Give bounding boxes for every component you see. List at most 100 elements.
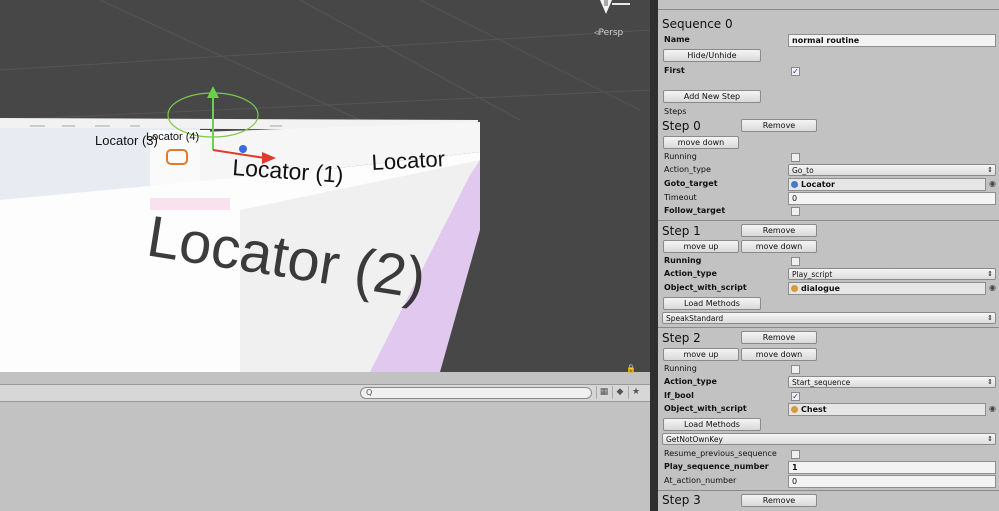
step-1-action-type-row: Action_type Play_script ⇕ <box>658 268 999 281</box>
goto-target-field[interactable]: Locator <box>788 178 986 191</box>
dropdown-arrow-icon: ⇕ <box>987 166 993 174</box>
action-type-label: Action_type <box>664 165 711 174</box>
step-2-move-down-button[interactable]: move down <box>741 348 817 361</box>
step-2-object-row: Object_with_script Chest ◉ <box>658 403 999 416</box>
gameobject-icon <box>791 285 798 292</box>
dropdown-arrow-icon: ⇕ <box>987 314 993 322</box>
at-action-number-field[interactable]: 0 <box>788 475 996 488</box>
action-type-value: Go_to <box>792 166 814 175</box>
goto-target-value: Locator <box>801 180 835 189</box>
scene-view[interactable]: Locator (3) Locator (4) Locator (1) Loca… <box>0 0 650 372</box>
step-2-at-action-row: At_action_number 0 <box>658 475 999 488</box>
search-icon: Q <box>366 388 373 397</box>
step-1-method-dropdown[interactable]: SpeakStandard ⇕ <box>662 312 996 324</box>
step-0-follow-target-row: Follow_target <box>658 205 999 218</box>
object-with-script-label: Object_with_script <box>664 283 747 292</box>
step-0-timeout-row: Timeout 0 <box>658 192 999 205</box>
action-type-label: Action_type <box>664 269 717 278</box>
action-type-value: Start_sequence <box>792 378 851 387</box>
method-value: GetNotOwnKey <box>666 435 723 444</box>
action-type-dropdown[interactable]: Play_script ⇕ <box>788 268 996 280</box>
scene-grid <box>0 0 650 121</box>
panel-splitter[interactable] <box>650 0 658 511</box>
gameobject-icon <box>791 406 798 413</box>
tag-icon[interactable]: ◆ <box>612 386 627 399</box>
object-with-script-label: Object_with_script <box>664 404 747 413</box>
bottom-panel: 🔒≡ Q ▦ ◆ ★ <box>0 364 650 511</box>
persp-label[interactable]: ◃Persp <box>594 28 623 38</box>
object-picker-icon[interactable]: ◉ <box>989 179 996 188</box>
at-action-number-label: At_action_number <box>664 476 737 485</box>
first-row: First ✓ <box>658 65 999 78</box>
method-value: SpeakStandard <box>666 314 724 323</box>
first-checkbox[interactable]: ✓ <box>791 67 800 76</box>
object-with-script-field[interactable]: dialogue <box>788 282 986 295</box>
scene-canvas[interactable]: Locator (3) Locator (4) Locator (1) Loca… <box>0 0 650 372</box>
panel-toolbar: Q ▦ ◆ ★ <box>0 384 650 402</box>
step-2-resume-row: Resume_previous_sequence <box>658 448 999 461</box>
step-1-running-row: Running <box>658 255 999 268</box>
lock-icon[interactable]: 🔒≡ <box>626 364 643 373</box>
locator-label: Locator <box>371 146 446 175</box>
step-0-title: Step 0 <box>662 119 701 133</box>
object-with-script-value: dialogue <box>801 284 840 293</box>
step-0-move-down-button[interactable]: move down <box>663 136 739 149</box>
step-1-load-methods-button[interactable]: Load Methods <box>663 297 761 310</box>
step-divider <box>658 327 999 328</box>
action-type-dropdown[interactable]: Go_to ⇕ <box>788 164 996 176</box>
resume-previous-sequence-checkbox[interactable] <box>791 450 800 459</box>
star-icon[interactable]: ★ <box>628 386 643 399</box>
step-1-object-row: Object_with_script dialogue ◉ <box>658 282 999 295</box>
layers-icon[interactable]: ▦ <box>596 386 611 399</box>
sequence-title: Sequence 0 <box>662 17 733 31</box>
step-2-move-up-button[interactable]: move up <box>663 348 739 361</box>
hide-unhide-button[interactable]: Hide/Unhide <box>663 49 761 62</box>
gameobject-icon <box>791 181 798 188</box>
step-2-title: Step 2 <box>662 331 701 345</box>
dropdown-arrow-icon: ⇕ <box>987 270 993 278</box>
object-picker-icon[interactable]: ◉ <box>989 283 996 292</box>
resume-previous-sequence-label: Resume_previous_sequence <box>664 449 777 458</box>
running-label: Running <box>664 256 702 265</box>
step-0-goto-target-row: Goto_target Locator ◉ <box>658 178 999 191</box>
timeout-label: Timeout <box>664 193 697 202</box>
locator4-label: Locator (4) <box>146 131 199 143</box>
step-1-move-down-button[interactable]: move down <box>741 240 817 253</box>
step-3-title: Step 3 <box>662 493 701 507</box>
step-2-action-type-row: Action_type Start_sequence ⇕ <box>658 376 999 389</box>
if-bool-label: If_bool <box>664 391 694 400</box>
if-bool-checkbox[interactable]: ✓ <box>791 392 800 401</box>
object-with-script-value: Chest <box>801 405 827 414</box>
running-checkbox[interactable] <box>791 365 800 374</box>
running-checkbox[interactable] <box>791 257 800 266</box>
add-new-step-button[interactable]: Add New Step <box>663 90 761 103</box>
follow-target-checkbox[interactable] <box>791 207 800 216</box>
step-2-if-bool-row: If_bool ✓ <box>658 390 999 403</box>
step-divider <box>658 220 999 221</box>
orientation-gizmo-icon[interactable] <box>600 0 630 14</box>
divider <box>658 9 999 10</box>
action-type-dropdown[interactable]: Start_sequence ⇕ <box>788 376 996 388</box>
goto-target-label: Goto_target <box>664 179 718 188</box>
first-label: First <box>664 66 685 75</box>
step-2-running-row: Running <box>658 363 999 376</box>
steps-label-row: Steps <box>658 106 999 119</box>
dropdown-arrow-icon: ⇕ <box>987 435 993 443</box>
step-1-remove-button[interactable]: Remove <box>741 224 817 237</box>
step-3-remove-button[interactable]: Remove <box>741 494 817 507</box>
step-1-move-up-button[interactable]: move up <box>663 240 739 253</box>
object-with-script-field[interactable]: Chest <box>788 403 986 416</box>
step-2-method-dropdown[interactable]: GetNotOwnKey ⇕ <box>662 433 996 445</box>
timeout-field[interactable]: 0 <box>788 192 996 205</box>
step-divider <box>658 490 999 491</box>
search-input[interactable]: Q <box>360 387 592 399</box>
play-sequence-number-field[interactable]: 1 <box>788 461 996 474</box>
step-2-load-methods-button[interactable]: Load Methods <box>663 418 761 431</box>
running-checkbox[interactable] <box>791 153 800 162</box>
step-0-action-type-row: Action_type Go_to ⇕ <box>658 164 999 177</box>
step-0-remove-button[interactable]: Remove <box>741 119 817 132</box>
step-2-remove-button[interactable]: Remove <box>741 331 817 344</box>
name-field[interactable]: normal routine <box>788 34 996 47</box>
name-label: Name <box>664 35 690 44</box>
object-picker-icon[interactable]: ◉ <box>989 404 996 413</box>
